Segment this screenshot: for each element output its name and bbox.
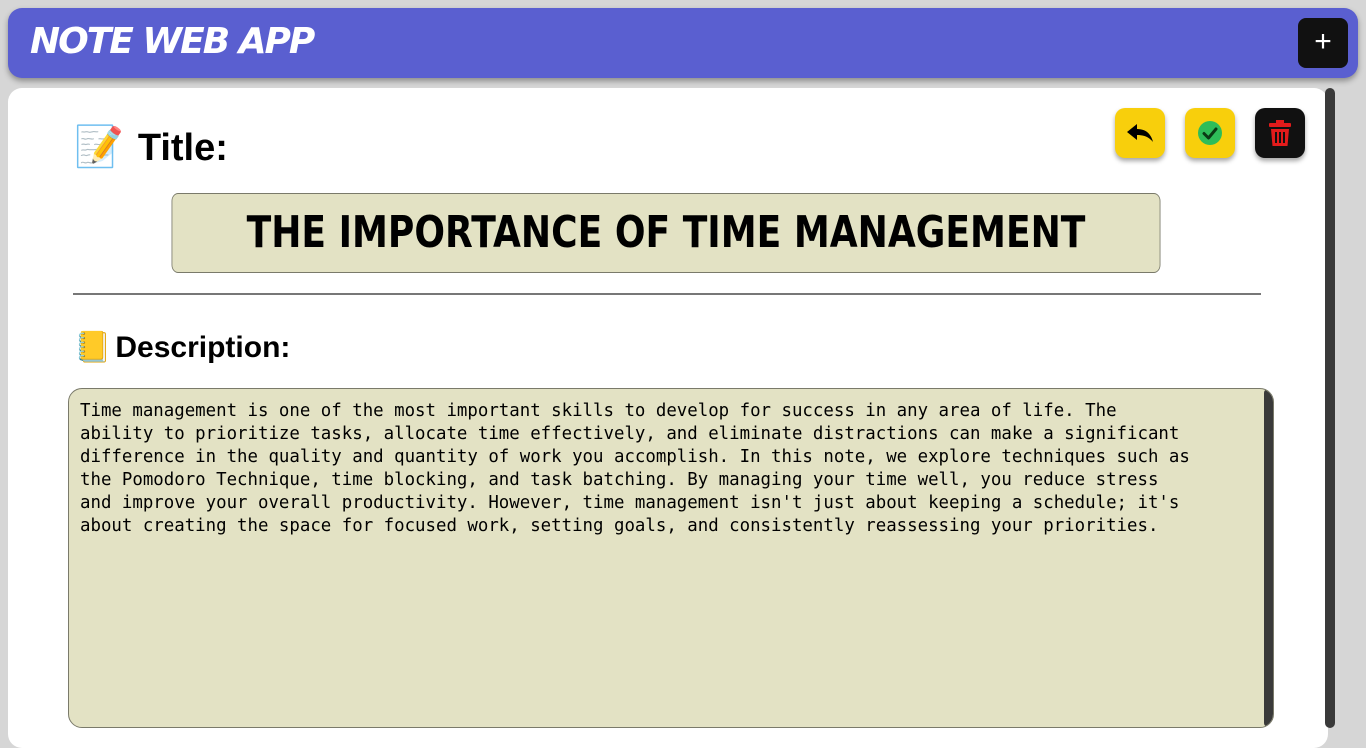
title-input[interactable]: THE IMPORTANCE OF TIME MANAGEMENT bbox=[171, 193, 1161, 273]
app-title: NOTE WEB APP bbox=[30, 21, 315, 62]
trash-icon bbox=[1269, 120, 1291, 146]
description-heading: 📒 Description: bbox=[74, 326, 290, 370]
add-note-button[interactable]: + bbox=[1298, 18, 1348, 68]
title-label: Title: bbox=[137, 127, 228, 169]
memo-icon: 📝 bbox=[74, 125, 124, 169]
description-label-text: Description: bbox=[115, 331, 291, 364]
reply-arrow-icon bbox=[1127, 124, 1153, 142]
app-header: NOTE WEB APP + bbox=[8, 8, 1358, 78]
divider bbox=[73, 293, 1261, 295]
back-button[interactable] bbox=[1115, 108, 1165, 158]
save-button[interactable] bbox=[1185, 108, 1235, 158]
delete-button[interactable] bbox=[1255, 108, 1305, 158]
note-card: 📝 Title: THE IMPORTANCE OF TIME MANAGEME… bbox=[8, 88, 1328, 748]
description-textarea[interactable]: Time management is one of the most impor… bbox=[68, 388, 1274, 728]
description-text: Time management is one of the most impor… bbox=[80, 401, 1190, 536]
page-scrollbar[interactable] bbox=[1325, 88, 1335, 728]
check-circle-icon bbox=[1198, 121, 1222, 145]
notebook-icon: 📒 bbox=[74, 331, 112, 364]
title-heading: 📝 Title: bbox=[74, 122, 228, 173]
textarea-scrollbar[interactable] bbox=[1264, 389, 1273, 727]
